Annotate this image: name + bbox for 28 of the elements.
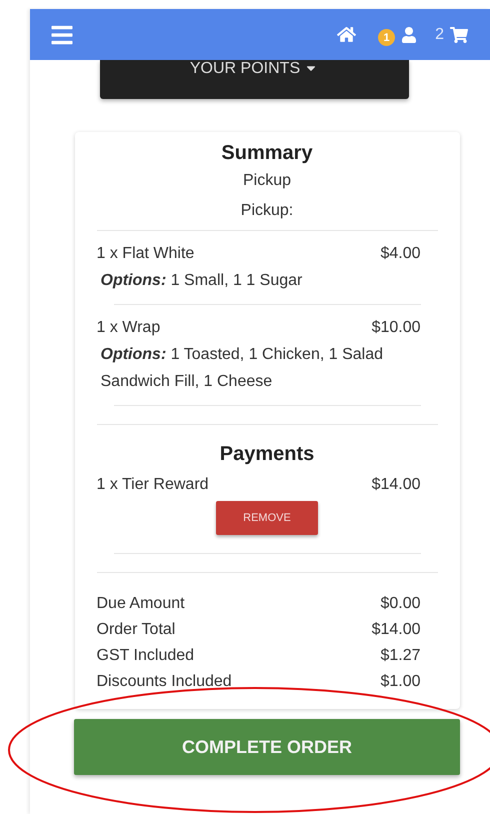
- pickup-label: Pickup:: [240, 202, 294, 220]
- item-price: $4.00: [380, 244, 420, 264]
- total-value: $1.00: [380, 672, 420, 692]
- cart-count: 2: [435, 26, 444, 44]
- total-value: $14.00: [372, 620, 420, 640]
- item-price: $10.00: [372, 318, 420, 338]
- total-label: Due Amount: [96, 594, 185, 614]
- notification-badge: 1: [378, 29, 396, 46]
- item-options: Options: 1 Toasted, 1 Chicken, 1 Salad Sandwich Fill, 1 Cheese: [96, 341, 438, 395]
- item-name: 1 x Wrap: [96, 318, 160, 338]
- total-label: Discounts Included: [96, 672, 232, 692]
- user-icon[interactable]: [401, 26, 418, 42]
- complete-order-button[interactable]: COMPLETE ORDER: [74, 719, 460, 775]
- payment-amount: $14.00: [372, 475, 420, 495]
- remove-button[interactable]: REMOVE: [216, 501, 318, 535]
- item-name: 1 x Flat White: [96, 244, 194, 264]
- item-options: Options: 1 Small, 1 1 Sugar: [96, 267, 438, 294]
- payment-name: 1 x Tier Reward: [96, 475, 209, 495]
- total-value: $1.27: [380, 646, 420, 666]
- payments-title: Payments: [218, 443, 316, 466]
- cart-icon[interactable]: [450, 26, 468, 44]
- points-dropdown[interactable]: YOUR POINTS: [100, 60, 408, 99]
- summary-title: Summary: [220, 142, 314, 165]
- order-type: Pickup: [242, 172, 292, 190]
- total-label: GST Included: [96, 646, 194, 666]
- total-label: Order Total: [96, 620, 176, 640]
- total-value: $0.00: [380, 594, 420, 614]
- home-icon[interactable]: [337, 25, 356, 44]
